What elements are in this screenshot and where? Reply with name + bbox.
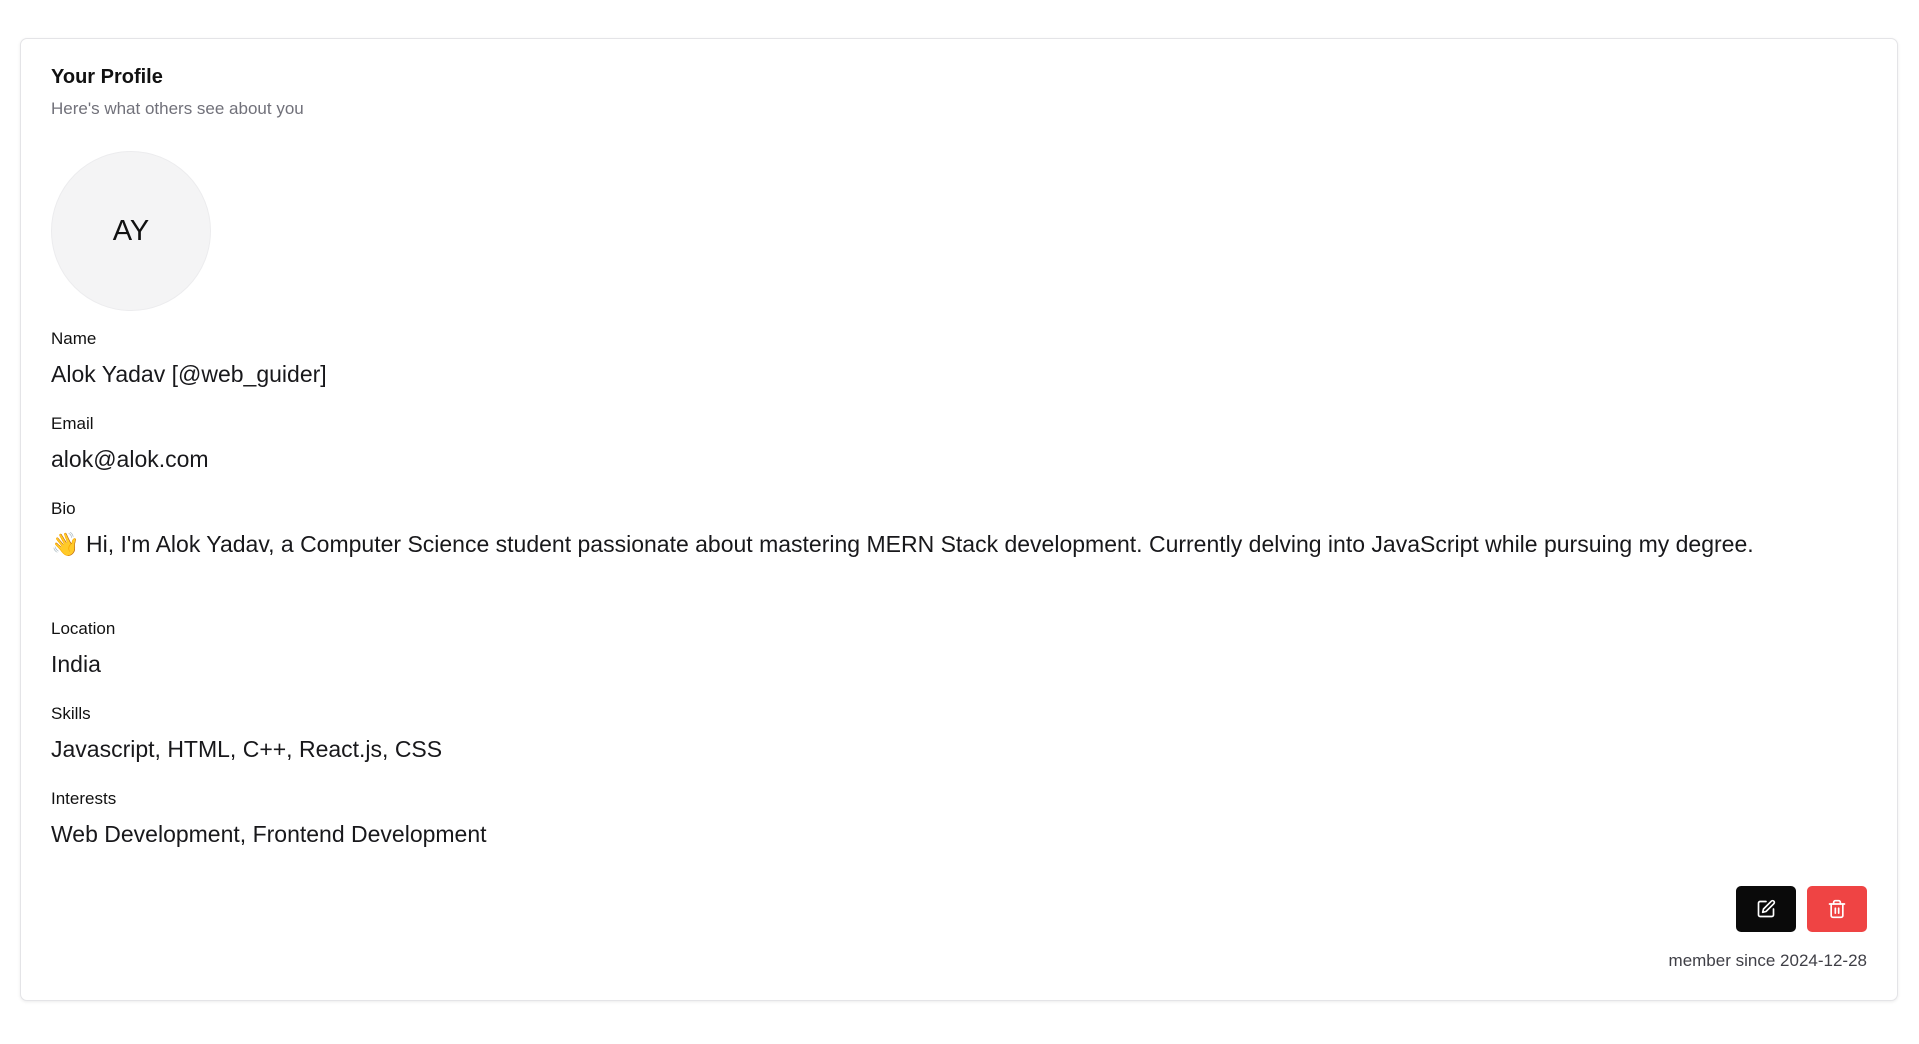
profile-card: Your Profile Here's what others see abou… xyxy=(20,38,1898,1001)
member-since-date: 2024-12-28 xyxy=(1780,951,1867,970)
interests-value: Web Development, Frontend Development xyxy=(51,821,487,847)
bio-label: Bio xyxy=(51,499,76,518)
profile-subtitle: Here's what others see about you xyxy=(51,99,304,118)
name-label: Name xyxy=(51,329,97,348)
interests-field: Interests Web Development, Frontend Deve… xyxy=(51,789,1871,852)
skills-value: Javascript, HTML, C++, React.js, CSS xyxy=(51,736,443,762)
location-value: India xyxy=(51,651,101,677)
profile-title: Your Profile xyxy=(51,66,163,88)
bio-value: 👋 Hi, I'm Alok Yadav, a Computer Science… xyxy=(51,531,1754,557)
bio-field: Bio 👋 Hi, I'm Alok Yadav, a Computer Sci… xyxy=(51,499,1871,562)
email-field: Email alok@alok.com xyxy=(51,414,1871,477)
name-value: Alok Yadav [@web_guider] xyxy=(51,361,327,387)
trash-icon xyxy=(1828,899,1846,919)
skills-field: Skills Javascript, HTML, C++, React.js, … xyxy=(51,704,1871,767)
name-field: Name Alok Yadav [@web_guider] xyxy=(51,329,1871,392)
avatar: AY xyxy=(51,151,211,311)
interests-label: Interests xyxy=(51,789,117,808)
edit-profile-button[interactable] xyxy=(1736,886,1796,932)
location-field: Location India xyxy=(51,619,1871,682)
email-label: Email xyxy=(51,414,94,433)
location-label: Location xyxy=(51,619,116,638)
email-value: alok@alok.com xyxy=(51,446,209,472)
member-since-label: member since xyxy=(1668,951,1776,970)
edit-icon xyxy=(1757,899,1776,918)
skills-label: Skills xyxy=(51,704,91,723)
profile-actions xyxy=(1736,886,1867,932)
avatar-initials: AY xyxy=(112,214,150,247)
member-since: member since 2024-12-28 xyxy=(1669,951,1867,971)
delete-profile-button[interactable] xyxy=(1807,886,1867,932)
